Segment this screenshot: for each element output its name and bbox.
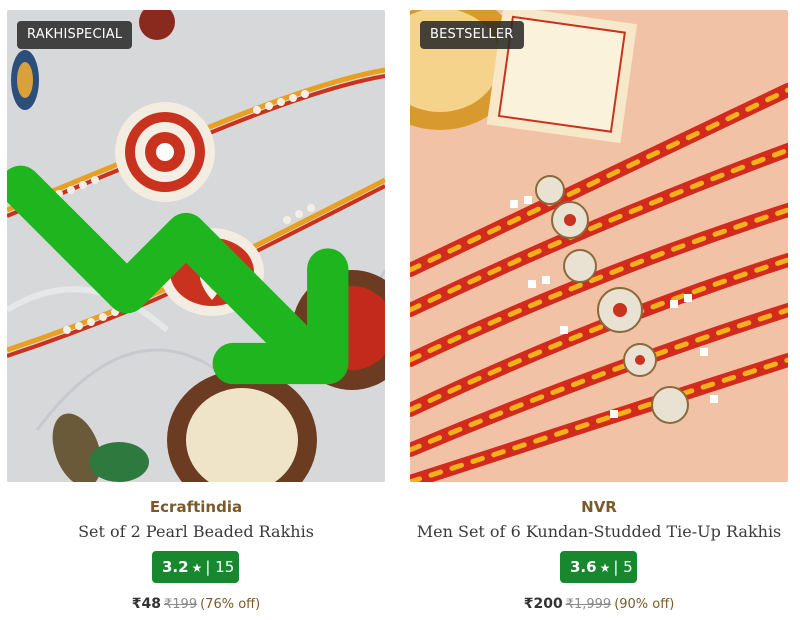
rating-badge: 3.2 ★ | 15: [152, 551, 239, 583]
product-title[interactable]: Set of 2 Pearl Beaded Rakhis: [7, 522, 385, 541]
rating-separator: |: [613, 558, 624, 576]
product-badge: BESTSELLER: [420, 21, 524, 49]
discount-percent: (90% off): [614, 597, 675, 612]
star-icon: ★: [599, 561, 611, 575]
selling-price: ₹200: [523, 596, 563, 612]
product-title[interactable]: Men Set of 6 Kundan-Studded Tie-Up Rakhi…: [410, 522, 788, 541]
product-brand[interactable]: Ecraftindia: [7, 498, 385, 516]
rating-badge: 3.6 ★ | 5: [560, 551, 637, 583]
rating-separator: |: [205, 558, 216, 576]
review-count: 15: [215, 558, 235, 576]
product-card[interactable]: RAKHISPECIAL Ecraftindia Set of 2 Pearl …: [7, 10, 385, 615]
product-brand[interactable]: NVR: [410, 498, 788, 516]
original-price: ₹1,999: [565, 597, 612, 612]
trend-down-icon: [7, 165, 349, 385]
kundan-rakhi-photo: [410, 10, 788, 482]
price-row: ₹200 ₹1,999 (90% off): [410, 596, 788, 612]
rating-value: 3.2: [162, 558, 189, 576]
rating-value: 3.6: [570, 558, 597, 576]
star-icon: ★: [191, 561, 203, 575]
product-image[interactable]: BESTSELLER: [410, 10, 788, 482]
product-card[interactable]: BESTSELLER NVR Men Set of 6 Kundan-Studd…: [410, 10, 788, 615]
selling-price: ₹48: [131, 596, 162, 612]
discount-percent: (76% off): [200, 597, 261, 612]
price-row: ₹48 ₹199 (76% off): [7, 596, 385, 612]
product-image[interactable]: RAKHISPECIAL: [7, 10, 385, 482]
original-price: ₹199: [164, 597, 198, 612]
review-count: 5: [623, 558, 633, 576]
